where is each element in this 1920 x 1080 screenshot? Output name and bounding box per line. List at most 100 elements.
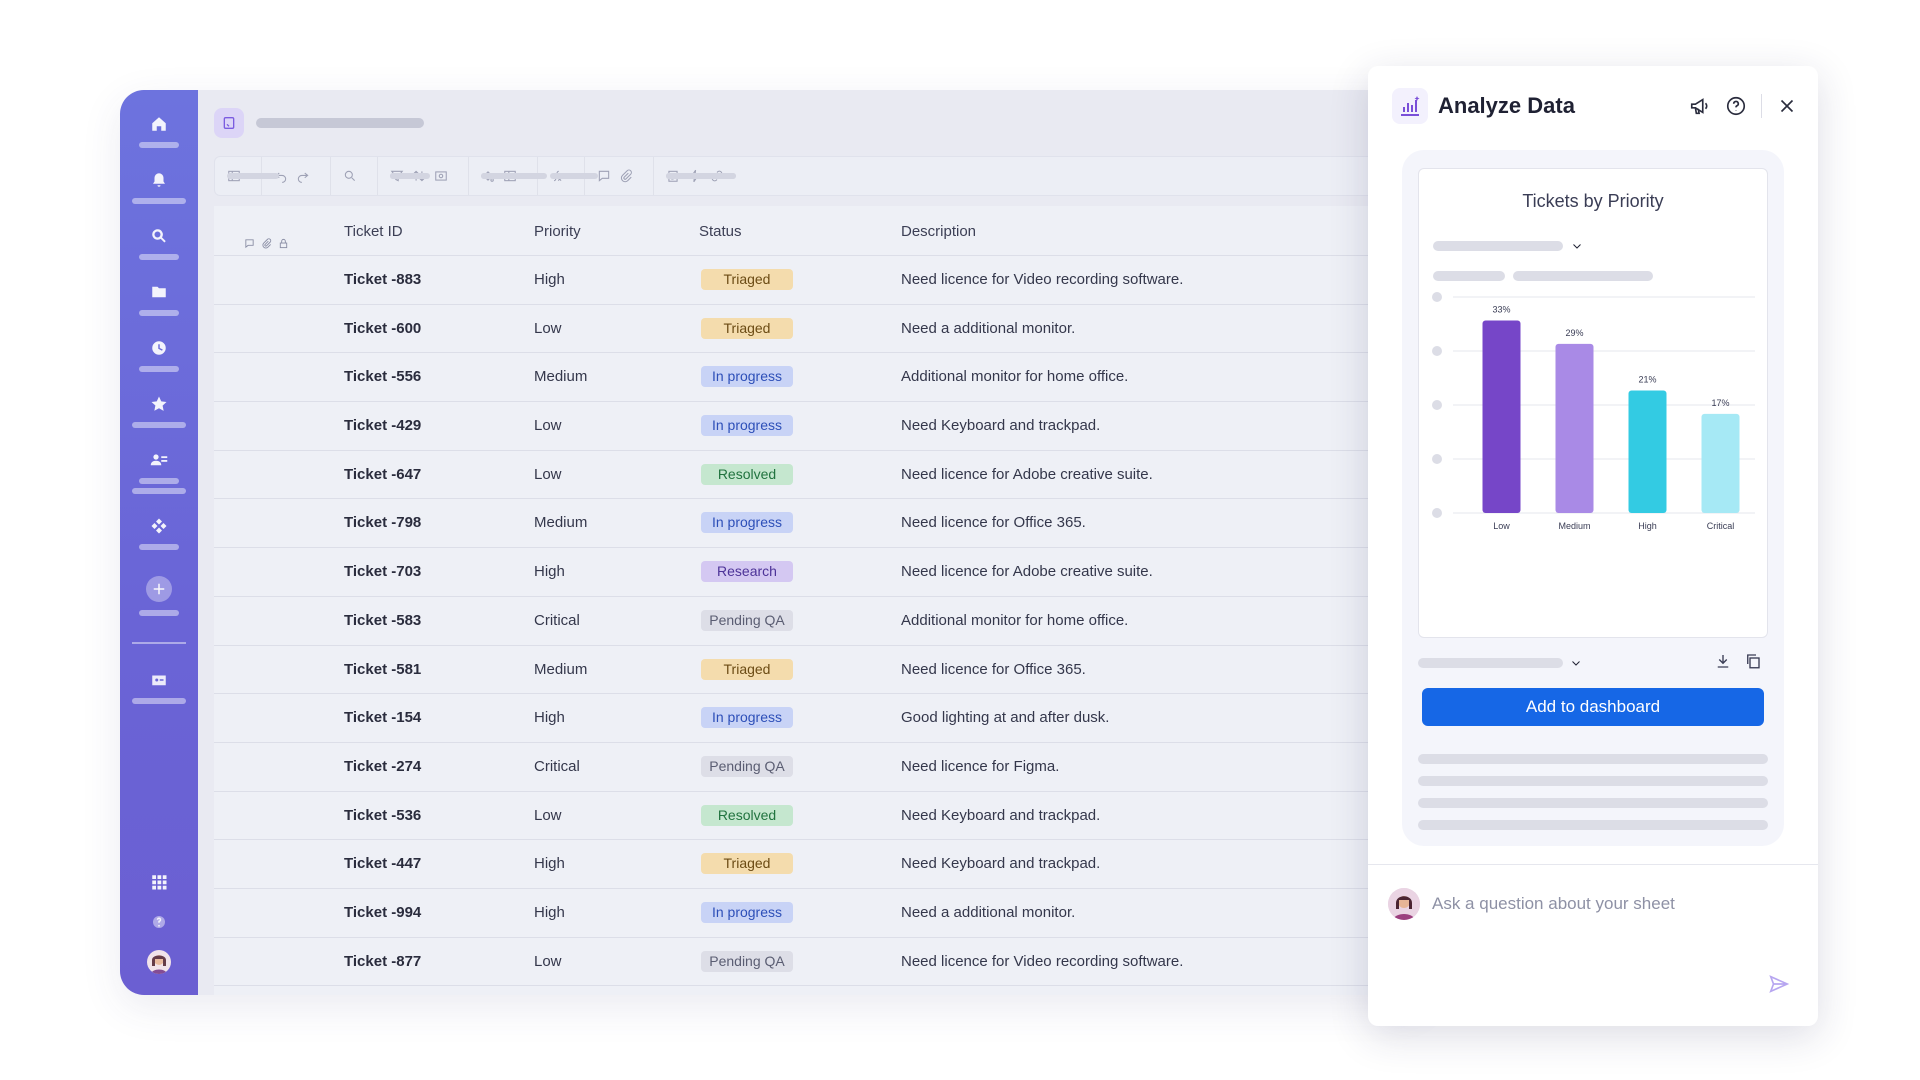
ticket-id-cell[interactable]: Ticket -703 xyxy=(344,563,421,580)
column-header-status[interactable]: Status xyxy=(699,223,742,240)
description-cell[interactable]: Need a additional monitor. xyxy=(901,904,1075,921)
megaphone-icon[interactable] xyxy=(1689,95,1711,117)
nav-notifications[interactable] xyxy=(120,170,198,204)
status-badge[interactable]: Triaged xyxy=(701,658,793,680)
ticket-id-cell[interactable]: Ticket -583 xyxy=(344,612,421,629)
send-icon[interactable] xyxy=(1768,973,1790,1000)
download-icon[interactable] xyxy=(1714,652,1732,670)
chevron-down-icon[interactable] xyxy=(1570,656,1582,674)
nav-add[interactable] xyxy=(120,576,198,616)
help-icon[interactable] xyxy=(1725,95,1747,117)
copy-icon[interactable] xyxy=(1744,652,1762,670)
status-badge[interactable]: In progress xyxy=(701,707,793,729)
nav-help[interactable] xyxy=(120,912,198,932)
status-badge[interactable]: In progress xyxy=(701,901,793,923)
chart-type-placeholder[interactable] xyxy=(1418,658,1563,668)
ticket-id-cell[interactable]: Ticket -154 xyxy=(344,709,421,726)
description-cell[interactable]: Need licence for Figma. xyxy=(901,758,1059,775)
comment-icon[interactable] xyxy=(597,169,611,183)
ticket-id-cell[interactable]: Ticket -429 xyxy=(344,417,421,434)
ask-question-input[interactable] xyxy=(1432,894,1752,914)
status-badge[interactable]: Resolved xyxy=(701,463,793,485)
description-cell[interactable]: Additional monitor for home office. xyxy=(901,368,1128,385)
status-badge[interactable]: Pending QA xyxy=(701,950,793,972)
priority-cell[interactable]: Low xyxy=(534,807,562,824)
bar-high[interactable] xyxy=(1628,390,1667,513)
status-badge[interactable]: Research xyxy=(701,561,793,583)
table-row[interactable]: Ticket -536 Low Resolved Need Keyboard and … xyxy=(214,792,1420,841)
nav-user-avatar[interactable] xyxy=(120,950,198,974)
table-row[interactable]: Ticket -994 High In progress Need a additio… xyxy=(214,889,1420,938)
ticket-id-cell[interactable]: Ticket -883 xyxy=(344,271,421,288)
status-badge[interactable]: In progress xyxy=(701,415,793,437)
description-cell[interactable]: Need Keyboard and trackpad. xyxy=(901,417,1100,434)
status-badge[interactable]: Pending QA xyxy=(701,755,793,777)
description-cell[interactable]: Need Keyboard and trackpad. xyxy=(901,807,1100,824)
sheet-icon[interactable] xyxy=(214,108,244,138)
status-badge[interactable]: In progress xyxy=(701,512,793,534)
hide-columns-icon[interactable] xyxy=(434,169,448,183)
add-to-dashboard-button[interactable]: Add to dashboard xyxy=(1422,688,1764,726)
nav-folders[interactable] xyxy=(120,282,198,316)
bar-critical[interactable] xyxy=(1701,413,1740,513)
table-row[interactable]: Ticket -581 Medium Triaged Need licence for… xyxy=(214,646,1420,695)
table-row[interactable]: Ticket -447 High Triaged Need Keyboard and … xyxy=(214,840,1420,889)
column-header-description[interactable]: Description xyxy=(901,223,976,240)
priority-cell[interactable]: Low xyxy=(534,417,562,434)
nav-people[interactable] xyxy=(120,450,198,494)
description-cell[interactable]: Need licence for Video recording softwar… xyxy=(901,271,1183,288)
nav-recents[interactable] xyxy=(120,338,198,372)
priority-cell[interactable]: Medium xyxy=(534,661,587,678)
nav-integrations[interactable] xyxy=(120,516,198,550)
description-cell[interactable]: Need a additional monitor. xyxy=(901,320,1075,337)
description-cell[interactable]: Good lighting at and after dusk. xyxy=(901,709,1109,726)
priority-cell[interactable]: High xyxy=(534,563,565,580)
table-row[interactable]: Ticket -274 Critical Pending QA Need licenc… xyxy=(214,743,1420,792)
redo-icon[interactable] xyxy=(296,169,310,183)
table-row[interactable]: Ticket -600 Low Triaged Need a additional m… xyxy=(214,305,1420,354)
priority-cell[interactable]: High xyxy=(534,904,565,921)
close-icon[interactable] xyxy=(1776,95,1798,117)
priority-cell[interactable]: Low xyxy=(534,320,562,337)
nav-apps[interactable] xyxy=(120,872,198,892)
status-badge[interactable]: Pending QA xyxy=(701,609,793,631)
description-cell[interactable]: Need licence for Video recording softwar… xyxy=(901,953,1183,970)
attachment-icon[interactable] xyxy=(619,169,633,183)
ticket-id-cell[interactable]: Ticket -536 xyxy=(344,807,421,824)
bar-low[interactable] xyxy=(1482,320,1521,513)
ticket-id-cell[interactable]: Ticket -994 xyxy=(344,904,421,921)
description-cell[interactable]: Need licence for Adobe creative suite. xyxy=(901,466,1153,483)
column-header-ticket-id[interactable]: Ticket ID xyxy=(344,223,403,240)
priority-cell[interactable]: Low xyxy=(534,466,562,483)
status-badge[interactable]: Triaged xyxy=(701,269,793,290)
nav-search[interactable] xyxy=(120,226,198,260)
search-icon[interactable] xyxy=(343,169,357,183)
table-row[interactable]: Ticket -429 Low In progress Need Keyboard a… xyxy=(214,402,1420,451)
priority-cell[interactable]: High xyxy=(534,855,565,872)
ticket-id-cell[interactable]: Ticket -647 xyxy=(344,466,421,483)
nav-home[interactable] xyxy=(120,114,198,148)
priority-cell[interactable]: Low xyxy=(534,953,562,970)
table-row[interactable]: Ticket -154 High In progress Good lighting … xyxy=(214,694,1420,743)
ticket-id-cell[interactable]: Ticket -447 xyxy=(344,855,421,872)
table-row[interactable]: Ticket -798 Medium In progress Need licence… xyxy=(214,499,1420,549)
table-row[interactable]: Ticket -647 Low Resolved Need licence for A… xyxy=(214,451,1420,500)
ticket-id-cell[interactable]: Ticket -798 xyxy=(344,514,421,531)
priority-cell[interactable]: Critical xyxy=(534,758,580,775)
ticket-id-cell[interactable]: Ticket -581 xyxy=(344,661,421,678)
ticket-id-cell[interactable]: Ticket -600 xyxy=(344,320,421,337)
status-badge[interactable]: Resolved xyxy=(701,804,793,826)
nav-workspace[interactable] xyxy=(120,670,198,704)
description-cell[interactable]: Need licence for Office 365. xyxy=(901,661,1086,678)
ticket-id-cell[interactable]: Ticket -877 xyxy=(344,953,421,970)
table-row[interactable]: Ticket -556 Medium In progress Additional m… xyxy=(214,353,1420,403)
bar-medium[interactable] xyxy=(1555,343,1594,513)
priority-cell[interactable]: High xyxy=(534,709,565,726)
table-row[interactable]: Ticket -877 Low Pending QA Need licence for… xyxy=(214,938,1420,987)
priority-cell[interactable]: Medium xyxy=(534,368,587,385)
table-row[interactable]: Ticket -883 High Triaged Need licence for V… xyxy=(214,256,1420,305)
status-badge[interactable]: Triaged xyxy=(701,317,793,339)
description-cell[interactable]: Need licence for Office 365. xyxy=(901,514,1086,531)
ticket-id-cell[interactable]: Ticket -556 xyxy=(344,368,421,385)
status-badge[interactable]: Triaged xyxy=(701,853,793,875)
